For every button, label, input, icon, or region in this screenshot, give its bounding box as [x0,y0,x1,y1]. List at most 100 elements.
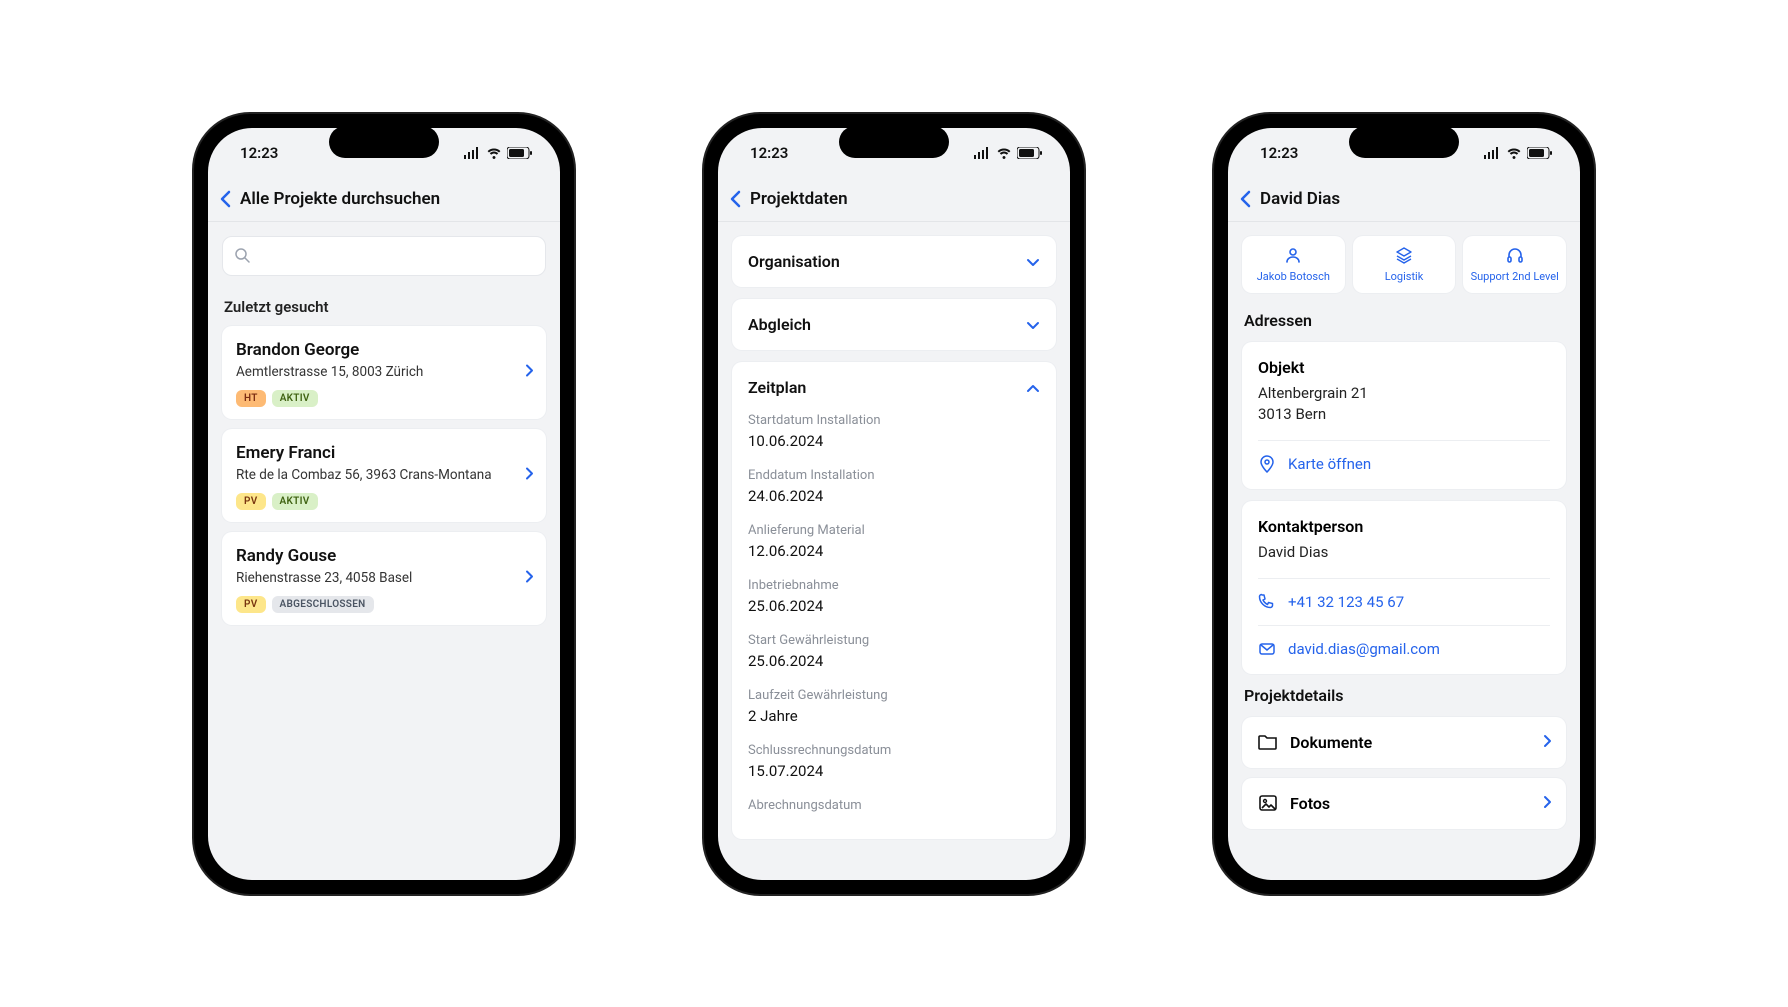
chevron-right-icon [525,363,534,382]
chevron-left-icon [220,190,232,208]
contact-card: Kontaktperson David Dias +41 32 123 45 6… [1242,501,1566,674]
nav-bar: David Dias [1228,178,1580,222]
email-address: david.dias@gmail.com [1288,640,1440,658]
chevron-right-icon [1543,794,1552,813]
field: Laufzeit Gewährleistung 2 Jahre [748,688,1040,725]
wifi-icon [486,147,502,159]
project-card[interactable]: Brandon George Aemtlerstrasse 15, 8003 Z… [222,326,546,419]
project-address: Aemtlerstrasse 15, 8003 Zürich [236,364,532,380]
cellular-icon [973,147,991,159]
chevron-left-icon [730,190,742,208]
project-details-label: Projektdetails [1244,686,1564,705]
detail-row-documents[interactable]: Dokumente [1242,717,1566,768]
nav-bar: Projektdaten [718,178,1070,222]
phone-frame-3: 12:23 David Dias Jakob Botosch Log [1214,114,1594,894]
open-map-button[interactable]: Karte öffnen [1258,440,1550,473]
chip-label: Logistik [1385,270,1424,283]
field-value: 15.07.2024 [748,762,1040,780]
field-label: Laufzeit Gewährleistung [748,688,1040,703]
quick-action-person[interactable]: Jakob Botosch [1242,236,1345,293]
contact-title: Kontaktperson [1258,517,1550,536]
field: Abrechnungsdatum [748,798,1040,813]
nav-title: David Dias [1260,189,1340,209]
chevron-down-icon [1026,315,1040,334]
nav-title: Projektdaten [750,189,848,209]
object-line1: Altenbergrain 21 [1258,383,1550,405]
project-card[interactable]: Emery Franci Rte de la Combaz 56, 3963 C… [222,429,546,522]
email-link[interactable]: david.dias@gmail.com [1258,625,1550,658]
notch [329,126,439,158]
accordion-label: Abgleich [748,315,811,334]
content-area: Jakob Botosch Logistik Support 2nd Level… [1228,222,1580,880]
field: Enddatum Installation24.06.2024 [748,468,1040,505]
content-area: Organisation Abgleich Zeitplan [718,222,1070,880]
chevron-left-icon [1240,190,1252,208]
quick-action-logistik[interactable]: Logistik [1353,236,1456,293]
type-badge: PV [236,596,266,613]
field-value: 25.06.2024 [748,652,1040,670]
project-name: Brandon George [236,340,532,360]
chevron-right-icon [1543,733,1552,752]
field-label: Anlieferung Material [748,523,1040,538]
accordion-label: Zeitplan [748,378,806,397]
field: Anlieferung Material 12.06.2024 [748,523,1040,560]
field-label: Inbetriebnahme [748,578,1040,593]
accordion-zeitplan[interactable]: Zeitplan Startdatum Installation10.06.20… [732,362,1056,839]
wifi-icon [996,147,1012,159]
back-button[interactable] [730,190,742,208]
field: Schlussrechnungsdatum15.07.2024 [748,743,1040,780]
accordion-abgleich[interactable]: Abgleich [732,299,1056,350]
quick-action-support[interactable]: Support 2nd Level [1463,236,1566,293]
phone-screen-1: 12:23 Alle Projekte durchsuchen Zuletzt … [208,128,560,880]
phone-icon [1258,593,1276,611]
search-input[interactable] [222,236,546,276]
field: Start Gewährleistung 25.06.2024 [748,633,1040,670]
field-label: Start Gewährleistung [748,633,1040,648]
field-label: Abrechnungsdatum [748,798,1040,813]
nav-bar: Alle Projekte durchsuchen [208,178,560,222]
chevron-right-icon [525,466,534,485]
phone-screen-2: 12:23 Projektdaten Organisation [718,128,1070,880]
badges: HT AKTIV [236,390,532,407]
contact-name: David Dias [1258,542,1550,564]
map-pin-icon [1258,455,1276,473]
field-value: 24.06.2024 [748,487,1040,505]
object-title: Objekt [1258,358,1550,377]
image-icon [1258,794,1278,812]
phone-number: +41 32 123 45 67 [1288,593,1404,611]
project-address: Riehenstrasse 23, 4058 Basel [236,570,532,586]
type-badge: PV [236,493,266,510]
notch [839,126,949,158]
battery-icon [1527,147,1552,159]
chevron-up-icon [1026,378,1040,397]
field-value: 12.06.2024 [748,542,1040,560]
status-indicators [973,147,1042,159]
accordion-organisation[interactable]: Organisation [732,236,1056,287]
project-card[interactable]: Randy Gouse Riehenstrasse 23, 4058 Basel… [222,532,546,625]
project-name: Emery Franci [236,443,532,463]
quick-actions: Jakob Botosch Logistik Support 2nd Level [1242,236,1566,293]
mail-icon [1258,640,1276,658]
field-label: Startdatum Installation [748,413,1040,428]
field: Startdatum Installation10.06.2024 [748,413,1040,450]
detail-label: Fotos [1290,794,1330,813]
object-address-card: Objekt Altenbergrain 21 3013 Bern Karte … [1242,342,1566,490]
phone-frame-1: 12:23 Alle Projekte durchsuchen Zuletzt … [194,114,574,894]
addresses-label: Adressen [1244,311,1564,330]
chip-label: Support 2nd Level [1471,270,1559,283]
notch [1349,126,1459,158]
field-value: 2 Jahre [748,707,1040,725]
nav-title: Alle Projekte durchsuchen [240,189,440,209]
status-badge: AKTIV [272,493,318,510]
search-icon [235,248,250,263]
content-area: Zuletzt gesucht Brandon George Aemtlerst… [208,222,560,880]
wifi-icon [1506,147,1522,159]
layers-icon [1395,246,1413,264]
chevron-right-icon [525,569,534,588]
back-button[interactable] [1240,190,1252,208]
back-button[interactable] [220,190,232,208]
accordion-label: Organisation [748,252,840,271]
phone-link[interactable]: +41 32 123 45 67 [1258,578,1550,611]
detail-row-photos[interactable]: Fotos [1242,778,1566,829]
status-badge: ABGESCHLOSSEN [272,596,374,613]
